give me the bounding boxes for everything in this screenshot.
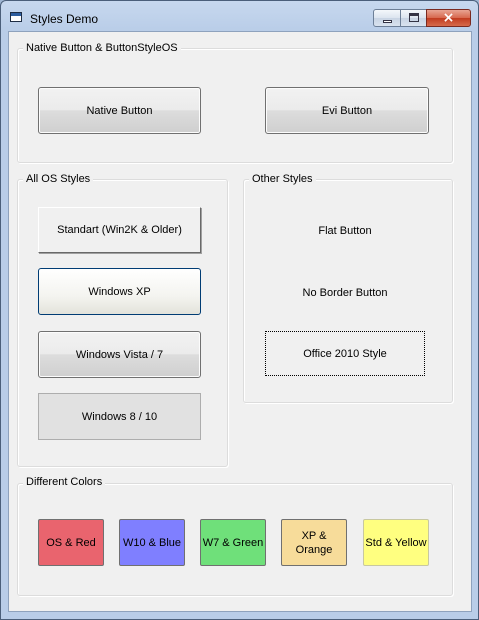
- windows-vista-button[interactable]: Windows Vista / 7: [38, 331, 201, 378]
- group-native-label: Native Button & ButtonStyleOS: [23, 42, 181, 54]
- minimize-icon: [383, 20, 392, 23]
- os-red-button[interactable]: OS & Red: [38, 519, 104, 566]
- maximize-icon: [409, 13, 419, 22]
- group-other-styles-label: Other Styles: [249, 173, 316, 185]
- maximize-button[interactable]: [400, 9, 427, 27]
- w10-blue-button[interactable]: W10 & Blue: [119, 519, 185, 566]
- flat-button[interactable]: Flat Button: [265, 208, 425, 254]
- standart-button[interactable]: Standart (Win2K & Older): [38, 207, 201, 253]
- w7-green-button[interactable]: W7 & Green: [200, 519, 266, 566]
- no-border-button[interactable]: No Border Button: [265, 270, 425, 316]
- window-title: Styles Demo: [30, 12, 99, 26]
- client-area: Native Button & ButtonStyleOS Native But…: [8, 31, 472, 612]
- native-button[interactable]: Native Button: [38, 87, 201, 134]
- app-window: Styles Demo × Native Button & ButtonStyl…: [0, 0, 479, 620]
- window-icon: [10, 12, 22, 22]
- xp-orange-button[interactable]: XP & Orange: [281, 519, 347, 566]
- group-colors-label: Different Colors: [23, 476, 106, 488]
- group-os-styles-label: All OS Styles: [23, 173, 94, 185]
- windows-xp-button[interactable]: Windows XP: [38, 268, 201, 315]
- windows-8-10-button[interactable]: Windows 8 / 10: [38, 393, 201, 440]
- office-2010-button[interactable]: Office 2010 Style: [264, 330, 426, 377]
- minimize-button[interactable]: [373, 9, 401, 27]
- close-icon: ×: [442, 10, 455, 26]
- evi-button[interactable]: Evi Button: [265, 87, 429, 134]
- std-yellow-button[interactable]: Std & Yellow: [363, 519, 429, 566]
- close-button[interactable]: ×: [426, 9, 471, 27]
- title-bar[interactable]: Styles Demo ×: [1, 1, 478, 31]
